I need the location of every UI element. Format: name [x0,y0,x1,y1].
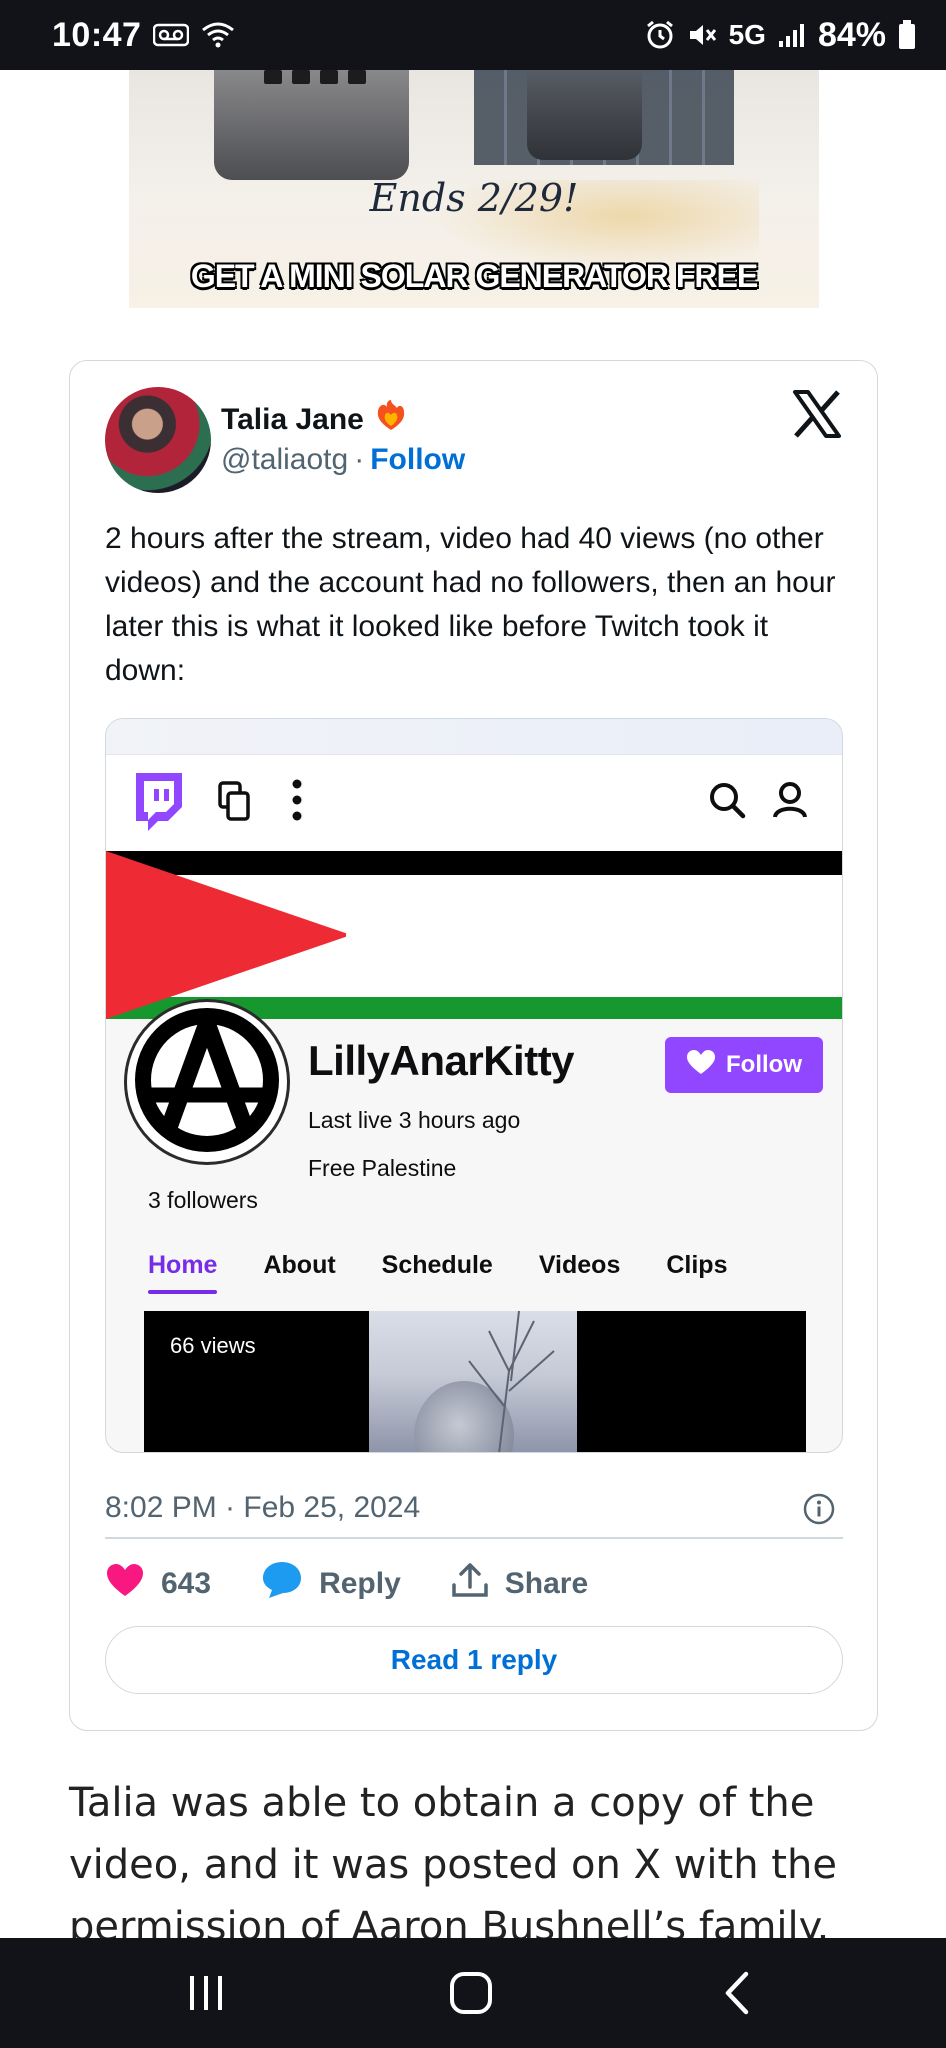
status-right: 5G 84% [645,16,916,55]
palestine-flag-banner [106,851,842,1019]
twitch-nav-bar [106,755,842,851]
channel-name: LillyAnarKitty [308,1037,575,1084]
channel-bio: Free Palestine [308,1155,457,1181]
heart-icon [105,1562,145,1606]
tweet-media-image[interactable]: LillyAnarKitty Follow Last live 3 hours … [105,718,843,1453]
status-time: 10:47 [52,15,142,54]
copy-icon [218,781,250,826]
twitch-logo-icon [128,771,184,838]
read-replies-button[interactable]: Read 1 reply [105,1626,843,1694]
channel-tab-about: About [263,1251,336,1279]
tweet-actions: 643 Reply Share [105,1559,638,1609]
media-top-bar [106,719,842,755]
handle-separator: · [354,443,365,476]
channel-follow-button: Follow [665,1037,823,1093]
share-button[interactable]: Share [451,1561,588,1607]
video-thumbnail: 66 views [144,1311,806,1452]
battery-icon [898,20,916,50]
avatar[interactable] [105,387,211,493]
channel-follow-label: Follow [726,1051,802,1078]
share-icon [451,1561,489,1607]
home-icon[interactable] [448,1968,494,2023]
channel-last-live: Last live 3 hours ago [308,1107,521,1133]
ad-generator-image [214,70,409,180]
channel-tabs: Home About Schedule Videos Clips [148,1251,773,1294]
search-icon [708,781,746,824]
ad-cta-text: GET A MINI SOLAR GENERATOR FREE [190,258,758,294]
recents-icon[interactable] [186,1968,226,2023]
ad-mini-generator-image [527,70,642,160]
tweet-embed: Talia Jane @taliaotg · Follow 2 hours af… [69,360,878,1731]
author-handle-row: @taliaotg · Follow [221,443,465,477]
share-label: Share [504,1567,589,1600]
channel-tab-home: Home [148,1251,218,1294]
tweet-text: 2 hours after the stream, video had 40 v… [105,522,836,687]
back-icon[interactable] [718,1968,754,2023]
voicemail-icon [153,22,190,48]
heart-outline-icon [686,1049,716,1082]
anarchy-symbol-icon [132,1005,282,1160]
info-icon[interactable] [803,1493,835,1530]
article-paragraph: Talia was able to obtain a copy of the v… [69,1780,837,1950]
author-name-row: Talia Jane [221,399,408,441]
fire-heart-icon [374,399,408,441]
like-button[interactable]: 643 [105,1562,211,1606]
mute-icon [687,20,717,50]
video-tree-branches [468,1311,555,1452]
ad-banner[interactable]: Ends 2/29! GET A MINI SOLAR GENERATOR FR… [129,70,819,308]
system-nav-bar [0,1938,946,2048]
channel-tab-videos: Videos [538,1251,621,1279]
reply-button[interactable]: Reply [261,1560,401,1608]
likes-count: 643 [161,1567,212,1600]
channel-avatar [124,999,290,1165]
channel-followers: 3 followers [148,1187,258,1213]
channel-tab-schedule: Schedule [381,1251,493,1279]
network-type: 5G [728,19,766,50]
reply-label: Reply [319,1567,401,1600]
status-bar: 10:47 5G 84% [0,0,946,70]
alarm-icon [645,20,675,50]
channel-tab-clips: Clips [666,1251,728,1279]
status-left: 10:47 [52,16,235,55]
tweet-timestamp[interactable]: 8:02 PM · Feb 25, 2024 [105,1491,420,1525]
author-handle[interactable]: @taliaotg [221,443,348,477]
x-logo-icon[interactable] [792,389,842,439]
divider [105,1537,843,1539]
wifi-icon [201,21,235,49]
reply-bubble-icon [261,1560,303,1608]
signal-icon [778,21,806,49]
ad-ends-text: Ends 2/29! [369,176,579,220]
battery-level: 84% [817,15,886,54]
video-views: 66 views [170,1333,256,1358]
more-vertical-icon [291,779,303,826]
author-name[interactable]: Talia Jane [221,403,364,437]
follow-link[interactable]: Follow [370,443,465,477]
user-icon [772,781,808,824]
